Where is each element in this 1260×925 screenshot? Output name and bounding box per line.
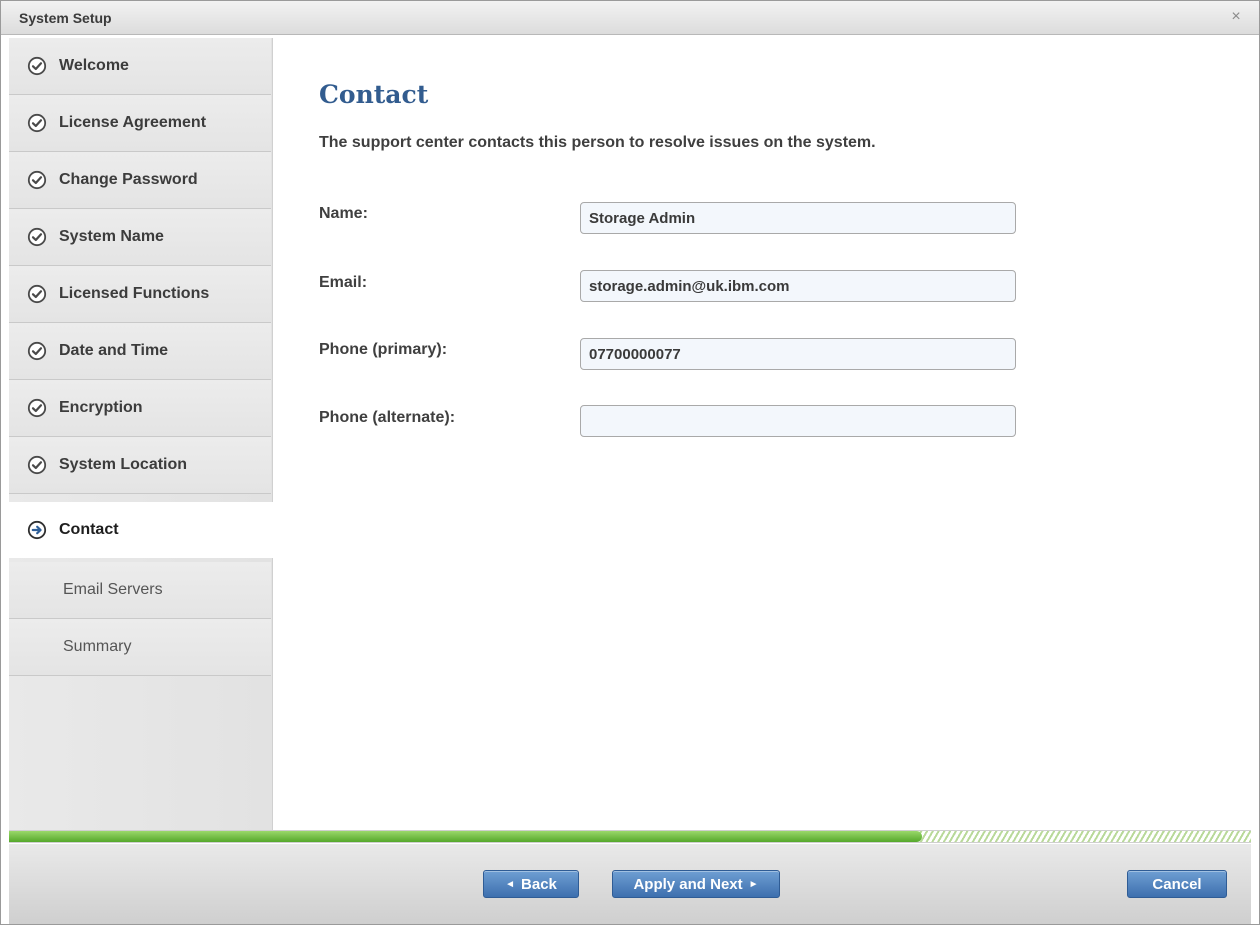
contact-panel: Contact The support center contacts this… xyxy=(273,38,1258,830)
check-circle-icon xyxy=(27,113,47,133)
email-input[interactable] xyxy=(580,270,1016,302)
page-title: Contact xyxy=(319,80,429,109)
step-label: Encryption xyxy=(59,399,143,416)
arrow-circle-icon xyxy=(27,520,47,540)
step-licensed-functions[interactable]: Licensed Functions xyxy=(9,266,271,323)
cancel-button[interactable]: Cancel xyxy=(1127,870,1227,898)
apply-and-next-label: Apply and Next xyxy=(633,875,743,893)
apply-and-next-button[interactable]: Apply and Next ► xyxy=(612,870,780,898)
check-circle-icon xyxy=(27,56,47,76)
step-label: System Name xyxy=(59,228,164,245)
right-triangle-icon: ► xyxy=(748,878,759,890)
back-button-label: Back xyxy=(521,875,557,893)
page-description: The support center contacts this person … xyxy=(319,134,876,151)
close-icon[interactable]: × xyxy=(1227,8,1245,26)
title-bar: System Setup × xyxy=(1,1,1259,35)
progress-fill xyxy=(9,831,922,842)
left-triangle-icon: ◄ xyxy=(505,878,516,890)
footer-bar: ◄ Back Apply and Next ► Cancel xyxy=(9,844,1251,924)
back-button[interactable]: ◄ Back xyxy=(483,870,579,898)
cancel-button-label: Cancel xyxy=(1152,875,1202,893)
step-label: System Location xyxy=(59,456,188,473)
step-date-and-time[interactable]: Date and Time xyxy=(9,323,271,380)
step-contact[interactable]: Contact xyxy=(9,502,273,558)
phone-alternate-input[interactable] xyxy=(580,405,1016,437)
step-label: Welcome xyxy=(59,57,129,74)
check-circle-icon xyxy=(27,170,47,190)
window-title: System Setup xyxy=(19,10,112,26)
name-label: Name: xyxy=(319,205,368,222)
step-label: Date and Time xyxy=(59,342,169,359)
step-label: License Agreement xyxy=(59,114,207,131)
step-label: Change Password xyxy=(59,171,198,188)
check-circle-icon xyxy=(27,284,47,304)
email-label: Email: xyxy=(319,274,368,291)
step-license-agreement[interactable]: License Agreement xyxy=(9,95,271,152)
system-setup-dialog: System Setup × Welcome License Agreement… xyxy=(0,0,1260,925)
step-email-servers[interactable]: Email Servers xyxy=(9,562,271,619)
step-label: Licensed Functions xyxy=(59,285,210,302)
step-encryption[interactable]: Encryption xyxy=(9,380,271,437)
step-system-location[interactable]: System Location xyxy=(9,437,271,494)
wizard-steps-sidebar: Welcome License Agreement Change Passwor… xyxy=(9,38,273,830)
step-label: Summary xyxy=(63,638,132,655)
name-input[interactable] xyxy=(580,202,1016,234)
check-circle-icon xyxy=(27,398,47,418)
step-label: Email Servers xyxy=(63,581,163,598)
phone-primary-input[interactable] xyxy=(580,338,1016,370)
phone-primary-label: Phone (primary): xyxy=(319,341,448,358)
wizard-progress-bar xyxy=(9,830,1251,843)
step-system-name[interactable]: System Name xyxy=(9,209,271,266)
phone-alternate-label: Phone (alternate): xyxy=(319,409,456,426)
step-label: Contact xyxy=(59,521,119,538)
step-welcome[interactable]: Welcome xyxy=(9,38,271,95)
check-circle-icon xyxy=(27,227,47,247)
step-summary[interactable]: Summary xyxy=(9,619,271,676)
step-change-password[interactable]: Change Password xyxy=(9,152,271,209)
check-circle-icon xyxy=(27,455,47,475)
check-circle-icon xyxy=(27,341,47,361)
